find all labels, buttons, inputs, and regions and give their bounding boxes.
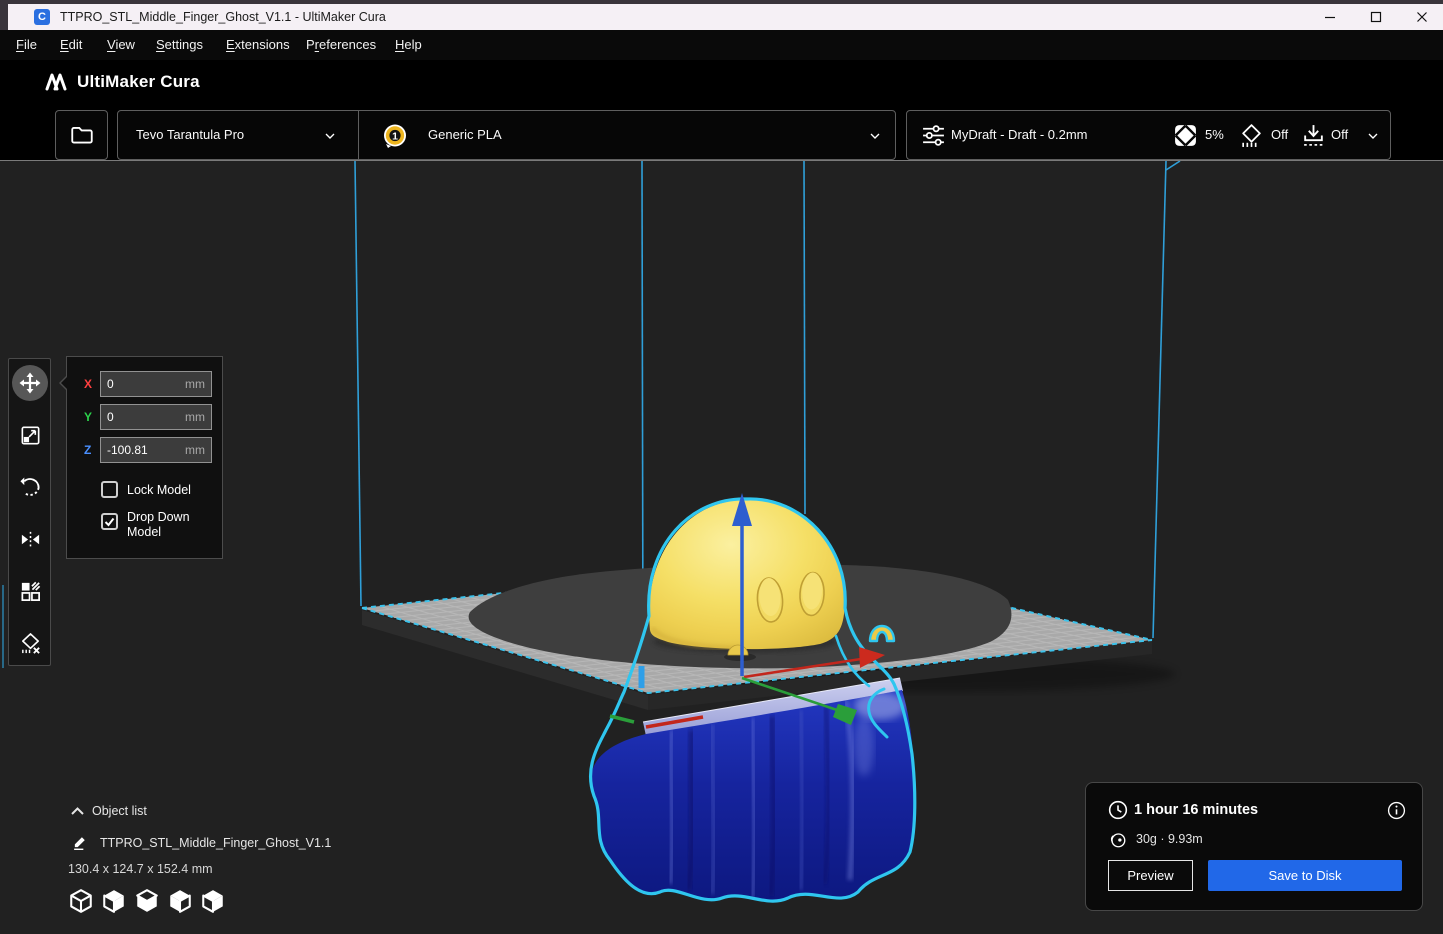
infill-icon (1173, 123, 1198, 148)
move-tool-panel: X 0 mm Y 0 mm Z -100.81 mm Lock Model Dr… (66, 356, 223, 559)
y-position-input[interactable]: 0 mm (100, 404, 212, 430)
material-usage: 30g · 9.93m (1136, 832, 1203, 846)
model-cloth[interactable] (591, 678, 916, 901)
pencil-icon[interactable] (72, 833, 89, 850)
view-right-icon[interactable] (200, 888, 226, 914)
adhesion-icon (1301, 123, 1326, 148)
chevron-down-icon (867, 128, 883, 144)
menu-view[interactable]: View (107, 30, 135, 60)
support-icon (1239, 123, 1264, 148)
support-blocker-button[interactable] (12, 625, 48, 661)
print-time: 1 hour 16 minutes (1134, 802, 1258, 818)
view-top-icon[interactable] (134, 888, 160, 914)
infill-value: 5% (1205, 111, 1224, 159)
menu-bar: File Edit View Settings Extensions Prefe… (0, 30, 1443, 60)
check-icon (103, 515, 116, 528)
chevron-down-icon (1365, 128, 1381, 144)
configuration-bar: Tevo Tarantula Pro 1 Generic PLA MyDraft… (0, 107, 1443, 161)
move-tool-button[interactable] (12, 365, 48, 401)
maximize-button[interactable] (1361, 4, 1391, 30)
folder-icon (69, 122, 95, 148)
menu-preferences[interactable]: Preferences (306, 30, 376, 60)
object-list-panel: Object list TTPRO_STL_Middle_Finger_Ghos… (62, 800, 392, 922)
info-icon[interactable] (1387, 801, 1406, 820)
window-title: TTPRO_STL_Middle_Finger_Ghost_V1.1 - Ult… (60, 4, 386, 30)
printer-name: Tevo Tarantula Pro (136, 111, 244, 159)
tool-sidebar (8, 358, 51, 666)
z-axis-label: Z (84, 443, 91, 457)
x-axis-label: X (84, 377, 92, 391)
close-icon (1416, 11, 1428, 23)
support-value: Off (1271, 111, 1288, 159)
view-front-icon[interactable] (101, 888, 127, 914)
z-position-input[interactable]: -100.81 mm (100, 437, 212, 463)
menu-settings[interactable]: Settings (156, 30, 203, 60)
view-left-icon[interactable] (167, 888, 193, 914)
object-dimensions: 130.4 x 124.7 x 152.4 mm (68, 862, 213, 876)
object-list-title[interactable]: Object list (92, 804, 147, 818)
ultimaker-cura-logo: UltiMaker Cura (44, 72, 200, 92)
chevron-down-icon (322, 128, 338, 144)
print-summary-panel: 1 hour 16 minutes 30g · 9.93m Preview Sa… (1085, 782, 1423, 911)
minimize-button[interactable] (1315, 4, 1345, 30)
clock-icon (1108, 800, 1128, 820)
rotate-tool-button[interactable] (12, 469, 48, 505)
material-name: Generic PLA (428, 111, 502, 159)
collapse-chevron-icon[interactable] (70, 806, 85, 816)
ultimaker-logo-mark (44, 72, 68, 92)
support-blocker-icon (19, 632, 42, 655)
printer-material-selector[interactable]: Tevo Tarantula Pro 1 Generic PLA (117, 110, 896, 160)
close-button[interactable] (1407, 4, 1437, 30)
per-model-settings-button[interactable] (12, 573, 48, 609)
spool-icon (1109, 831, 1127, 849)
y-axis-label: Y (84, 410, 92, 424)
move-tool-icon (18, 371, 42, 395)
lock-model-label: Lock Model (127, 483, 191, 498)
minimize-icon (1324, 11, 1336, 23)
print-settings-selector[interactable]: MyDraft - Draft - 0.2mm 5% Off Off (906, 110, 1391, 160)
app-header: UltiMaker Cura PREPARE PREVIEW MONITOR M… (0, 60, 1443, 107)
logo-text: UltiMaker Cura (77, 72, 200, 92)
per-model-settings-icon (19, 580, 42, 603)
scale-tool-icon (19, 424, 42, 447)
save-to-disk-button[interactable]: Save to Disk (1208, 860, 1402, 891)
mirror-tool-button[interactable] (12, 521, 48, 557)
scale-tool-button[interactable] (12, 417, 48, 453)
x-position-input[interactable]: 0 mm (100, 371, 212, 397)
cura-app-icon: C (34, 9, 50, 25)
profile-name: MyDraft - Draft - 0.2mm (951, 111, 1088, 159)
bounding-box-handle (639, 666, 645, 688)
object-file-name[interactable]: TTPRO_STL_Middle_Finger_Ghost_V1.1 (100, 836, 331, 850)
adhesion-value: Off (1331, 111, 1348, 159)
mirror-tool-icon (19, 528, 42, 551)
sliders-icon (921, 123, 946, 148)
maximize-icon (1370, 11, 1382, 23)
titlebar-gap (0, 4, 8, 30)
drop-down-model-label: Drop Down Model (127, 510, 190, 540)
svg-text:1: 1 (392, 130, 398, 142)
view-3d-icon[interactable] (68, 888, 94, 914)
menu-edit[interactable]: Edit (60, 30, 82, 60)
lock-model-checkbox[interactable] (101, 481, 118, 498)
y-axis-negative-segment (610, 716, 634, 722)
menu-file[interactable]: File (16, 30, 37, 60)
panel-divider (358, 111, 359, 159)
menu-extensions[interactable]: Extensions (226, 30, 290, 60)
drop-down-model-checkbox[interactable] (101, 513, 118, 530)
menu-help[interactable]: Help (395, 30, 422, 60)
open-file-button[interactable] (55, 110, 108, 160)
rotate-tool-icon (19, 476, 42, 499)
preview-button[interactable]: Preview (1108, 860, 1193, 891)
extruder-1-badge: 1 (382, 123, 408, 149)
